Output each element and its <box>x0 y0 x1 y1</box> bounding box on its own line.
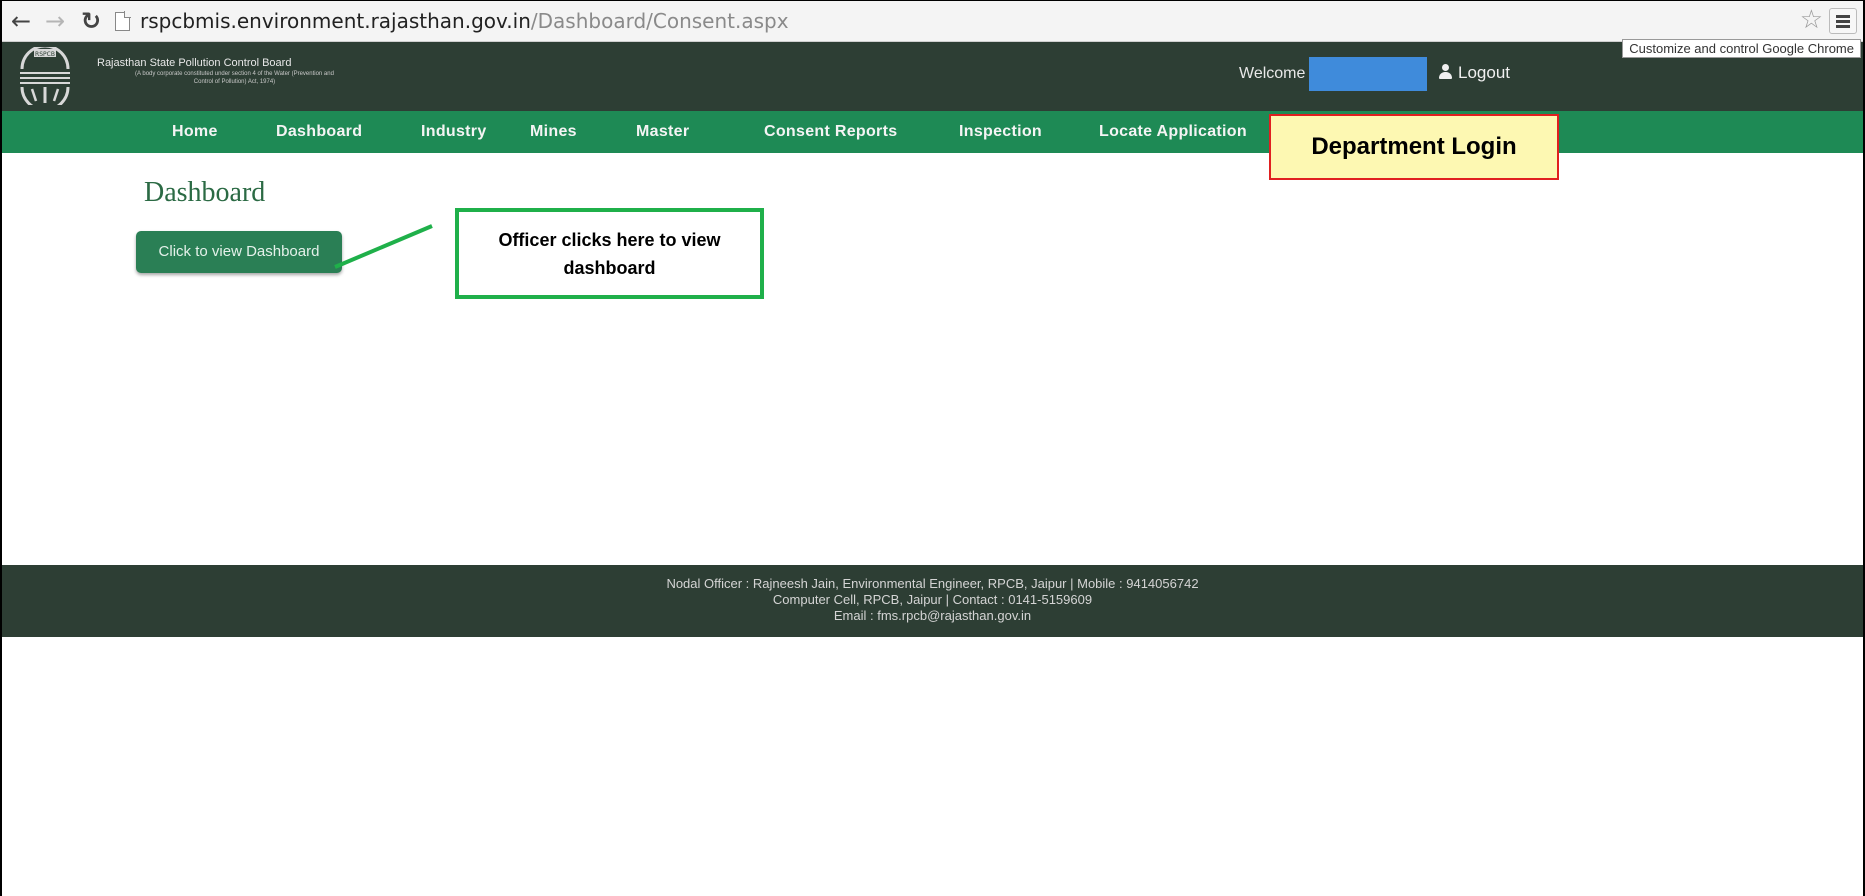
menu-tooltip: Customize and control Google Chrome <box>1622 39 1861 58</box>
nav-item-inspection[interactable]: Inspection <box>959 123 1042 141</box>
logout-label: Logout <box>1458 63 1510 82</box>
address-bar[interactable]: rspcbmis.environment.rajasthan.gov.in/Da… <box>140 7 789 35</box>
main-nav: Home Dashboard Industry Mines Master Con… <box>2 111 1863 153</box>
user-name-box <box>1309 57 1427 91</box>
rspcb-logo: RSPCB <box>20 47 70 105</box>
url-path: /Dashboard/Consent.aspx <box>530 9 789 33</box>
browser-toolbar: ← → ↻ rspcbmis.environment.rajasthan.gov… <box>2 1 1863 58</box>
logo-text: RSPCB <box>35 51 55 58</box>
forward-arrow-icon[interactable]: → <box>42 7 68 35</box>
nav-item-home[interactable]: Home <box>172 123 218 141</box>
org-name: Rajasthan State Pollution Control Board <box>97 57 292 69</box>
officer-note-callout: Officer clicks here to view dashboard <box>455 208 764 299</box>
nav-item-dashboard[interactable]: Dashboard <box>276 123 362 141</box>
footer-email: Email : fms.rpcb@rajasthan.gov.in <box>833 608 1032 623</box>
nav-item-mines[interactable]: Mines <box>530 123 577 141</box>
page-title: Dashboard <box>144 177 266 208</box>
logout-link[interactable]: Logout <box>1439 63 1510 83</box>
department-login-callout: Department Login <box>1269 114 1559 180</box>
nav-item-locate-application[interactable]: Locate Application <box>1099 123 1247 141</box>
hamburger-menu-icon[interactable] <box>1829 8 1857 34</box>
nav-item-master[interactable]: Master <box>636 123 689 141</box>
welcome-label: Welcome <box>1239 65 1306 82</box>
page-icon <box>115 11 131 31</box>
star-icon[interactable]: ☆ <box>1800 6 1823 34</box>
site-header: RSPCB Rajasthan State Pollution Control … <box>2 42 1863 111</box>
nav-item-consent-reports[interactable]: Consent Reports <box>764 123 897 141</box>
back-arrow-icon[interactable]: ← <box>8 7 34 35</box>
site-footer: Nodal Officer : Rajneesh Jain, Environme… <box>2 565 1863 637</box>
url-host: rspcbmis.environment.rajasthan.gov.in <box>140 9 531 33</box>
reload-icon[interactable]: ↻ <box>78 7 104 35</box>
footer-nodal-officer: Nodal Officer : Rajneesh Jain, Environme… <box>666 576 1199 591</box>
footer-computer-cell: Computer Cell, RPCB, Jaipur | Contact : … <box>772 592 1093 607</box>
org-subtitle: (A body corporate constituted under sect… <box>135 71 334 85</box>
nav-item-industry[interactable]: Industry <box>421 123 487 141</box>
view-dashboard-button[interactable]: Click to view Dashboard <box>136 231 342 273</box>
user-icon <box>1439 64 1452 79</box>
